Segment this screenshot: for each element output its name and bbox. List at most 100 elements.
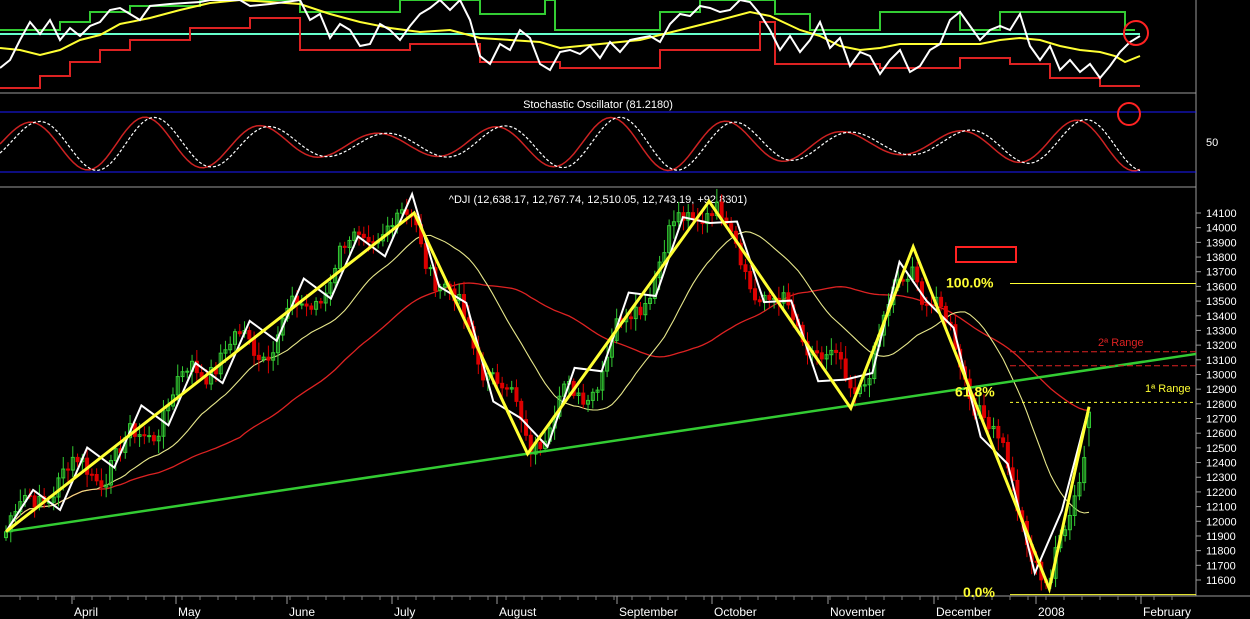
candle-body [767, 294, 772, 300]
price-panel: ^DJI (12,638.17, 12,767.74, 12,510.05, 1… [4, 188, 1237, 619]
y-tick-label: 13500 [1206, 296, 1237, 308]
dji-chart: Stochastic Oscillator (81.2180) 50 ^DJI … [0, 0, 1250, 619]
x-tick-label: December [936, 605, 991, 619]
y-tick-label: 11600 [1206, 575, 1236, 587]
candle-body [357, 231, 362, 235]
candle-body [834, 349, 839, 353]
stochastic-title: Stochastic Oscillator (81.2180) [523, 99, 673, 111]
candle-body [89, 473, 94, 476]
candle-body [514, 387, 519, 402]
candle-body [710, 213, 715, 217]
candle-body [99, 480, 104, 488]
candle-body [309, 305, 314, 310]
candle-body [838, 351, 843, 360]
y-tick-label: 13800 [1206, 252, 1237, 264]
candle-body [66, 468, 71, 471]
candle-body [581, 392, 586, 405]
x-tick-label: July [394, 605, 415, 619]
candle-body [924, 303, 929, 306]
candle-body [815, 350, 820, 354]
candle-body [628, 316, 633, 320]
candle-body [151, 435, 156, 442]
candle-body [786, 292, 791, 306]
candle-body [986, 416, 991, 430]
candle-body [185, 370, 190, 373]
top-red-line [0, 17, 1140, 89]
candlesticks [4, 188, 1091, 591]
candle-body [361, 233, 366, 238]
candle-body [318, 300, 323, 304]
candle-body [757, 299, 762, 303]
candle-body [75, 456, 80, 463]
x-tick-label: October [714, 605, 757, 619]
x-tick-label: August [499, 605, 537, 619]
x-tick-label: September [619, 605, 678, 619]
minor-zigzag [5, 191, 1090, 577]
candle-body [538, 441, 543, 450]
candle-body [490, 372, 495, 375]
y-tick-label: 12100 [1206, 502, 1237, 514]
x-tick-label: 2008 [1038, 605, 1065, 619]
x-tick-label: April [74, 605, 98, 619]
candle-body [304, 303, 309, 307]
candle-body [982, 405, 987, 418]
range-1-label: 1ª Range [1145, 383, 1191, 395]
fib-0-label: 0.0% [963, 584, 995, 600]
candle-body [256, 354, 261, 360]
candle-body [342, 245, 347, 248]
y-tick-label: 11700 [1206, 560, 1236, 572]
candle-body [638, 306, 643, 316]
y-tick-label: 12300 [1206, 472, 1237, 484]
y-tick-label: 12400 [1206, 458, 1237, 470]
fib-100-label: 100.0% [946, 274, 994, 290]
stochastic-k-line [0, 116, 1141, 172]
y-tick-label: 14100 [1206, 208, 1237, 220]
stochastic-highlight-circle [1117, 102, 1141, 126]
candle-body [1001, 437, 1006, 443]
time-x-axis: April May June July August September October No… [19, 596, 1191, 619]
candle-body [299, 303, 304, 306]
y-tick-label: 14000 [1206, 223, 1237, 235]
y-tick-label: 13700 [1206, 267, 1237, 279]
y-tick-label: 13300 [1206, 325, 1237, 337]
candle-body [848, 378, 853, 389]
stochastic-level-label: 50 [1206, 137, 1218, 149]
candle-body [266, 356, 271, 361]
x-tick-label: February [1143, 605, 1191, 619]
y-tick-label: 11900 [1206, 531, 1236, 543]
candle-body [366, 236, 371, 243]
candle-body [843, 358, 848, 380]
candle-body [247, 330, 252, 340]
candle-body [252, 338, 257, 356]
candle-body [743, 264, 748, 273]
stochastic-panel: Stochastic Oscillator (81.2180) 50 [0, 99, 1218, 173]
chart-overlays [5, 191, 1197, 594]
candle-body [428, 267, 433, 270]
price-y-axis: 14100 14000 13900 13800 13700 13600 13500 13400… [1196, 208, 1237, 587]
range-2-label: 2ª Range [1098, 337, 1144, 349]
candle-body [94, 474, 99, 482]
candle-body [147, 435, 152, 438]
fib-618-label: 61.8% [955, 383, 995, 399]
candle-body [996, 425, 1001, 439]
highlight-box [955, 246, 1017, 263]
candle-body [753, 288, 758, 301]
stochastic-d-line [0, 116, 1141, 172]
candle-body [748, 271, 753, 290]
y-tick-label: 13000 [1206, 369, 1237, 381]
y-tick-label: 12500 [1206, 443, 1237, 455]
y-tick-label: 12000 [1206, 516, 1237, 528]
x-tick-label: May [178, 605, 201, 619]
y-tick-label: 11800 [1206, 546, 1236, 558]
candle-body [504, 387, 509, 390]
x-tick-label: June [289, 605, 315, 619]
y-tick-label: 13900 [1206, 237, 1237, 249]
y-tick-label: 12600 [1206, 428, 1237, 440]
y-tick-label: 13400 [1206, 311, 1237, 323]
candle-body [390, 225, 395, 228]
candle-body [495, 372, 500, 384]
y-tick-label: 12800 [1206, 399, 1237, 411]
candle-body [915, 266, 920, 283]
y-tick-label: 13100 [1206, 355, 1237, 367]
candle-body [204, 376, 209, 385]
